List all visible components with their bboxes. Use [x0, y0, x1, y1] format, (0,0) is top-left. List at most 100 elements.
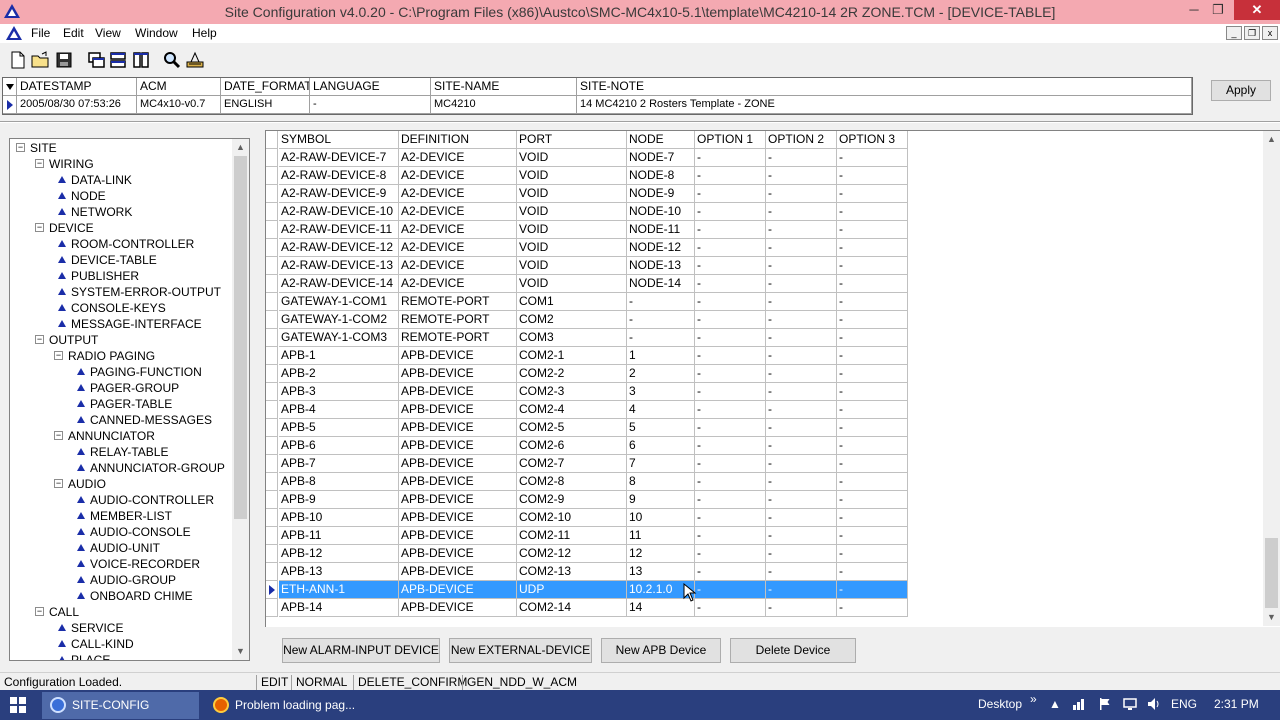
column-header-port[interactable]: PORT [517, 131, 627, 149]
cell-option-3[interactable]: - [837, 149, 908, 167]
cell-option-1[interactable]: - [695, 203, 766, 221]
tree-item[interactable]: SERVICE [10, 620, 230, 636]
cell-option-3[interactable]: - [837, 581, 908, 599]
table-scroll-up-icon[interactable]: ▲ [1263, 131, 1280, 148]
cell-port[interactable]: COM2-13 [517, 563, 627, 581]
save-icon[interactable] [54, 50, 74, 70]
cell-option-2[interactable]: - [766, 473, 837, 491]
cell-option-2[interactable]: - [766, 599, 837, 617]
cell-option-1[interactable]: - [695, 365, 766, 383]
chevron-right-icon[interactable]: » [1030, 692, 1037, 706]
cell-option-1[interactable]: - [695, 545, 766, 563]
cell-port[interactable]: COM2-4 [517, 401, 627, 419]
cell-option-3[interactable]: - [837, 509, 908, 527]
cell-option-2[interactable]: - [766, 383, 837, 401]
cell-option-1[interactable]: - [695, 509, 766, 527]
tray-expand-icon[interactable]: ▲ [1049, 697, 1061, 711]
cell-node[interactable]: 13 [627, 563, 695, 581]
tree-item[interactable]: SYSTEM-ERROR-OUTPUT [10, 284, 230, 300]
cell-option-2[interactable]: - [766, 311, 837, 329]
mdi-minimize-button[interactable]: _ [1226, 26, 1242, 40]
cell-option-2[interactable]: - [766, 455, 837, 473]
cell-definition[interactable]: APB-DEVICE [399, 419, 517, 437]
tree-item[interactable]: AUDIO-CONSOLE [10, 524, 230, 540]
cell-option-1[interactable]: - [695, 563, 766, 581]
cell-port[interactable]: COM2-11 [517, 527, 627, 545]
cell-option-1[interactable]: - [695, 599, 766, 617]
site-note-value[interactable]: 14 MC4210 2 Rosters Template - ZONE [577, 96, 1192, 114]
cell-port[interactable]: COM2 [517, 311, 627, 329]
column-header-symbol[interactable]: SYMBOL [279, 131, 399, 149]
cell-symbol[interactable]: APB-12 [279, 545, 399, 563]
cell-option-3[interactable]: - [837, 257, 908, 275]
cell-definition[interactable]: APB-DEVICE [399, 365, 517, 383]
cell-definition[interactable]: APB-DEVICE [399, 383, 517, 401]
cell-symbol[interactable]: ETH-ANN-1 [279, 581, 399, 599]
cell-port[interactable]: COM2-8 [517, 473, 627, 491]
cell-symbol[interactable]: APB-7 [279, 455, 399, 473]
cell-option-3[interactable]: - [837, 437, 908, 455]
tree-item[interactable]: VOICE-RECORDER [10, 556, 230, 572]
cell-port[interactable]: VOID [517, 221, 627, 239]
apply-button[interactable]: Apply [1211, 80, 1271, 101]
cell-port[interactable]: VOID [517, 257, 627, 275]
tree-item[interactable]: AUDIO-UNIT [10, 540, 230, 556]
cell-option-3[interactable]: - [837, 167, 908, 185]
tree-item[interactable]: − CALL [10, 604, 230, 620]
cell-node[interactable]: NODE-10 [627, 203, 695, 221]
cell-node[interactable]: 11 [627, 527, 695, 545]
document-logo-icon[interactable] [6, 26, 22, 40]
cell-symbol[interactable]: APB-11 [279, 527, 399, 545]
cell-symbol[interactable]: A2-RAW-DEVICE-7 [279, 149, 399, 167]
cell-option-2[interactable]: - [766, 221, 837, 239]
cell-option-1[interactable]: - [695, 239, 766, 257]
cell-option-3[interactable]: - [837, 293, 908, 311]
collapse-toggle-icon[interactable]: − [54, 351, 63, 360]
datestamp-value[interactable]: 2005/08/30 07:53:26 [17, 96, 137, 114]
tool-icon[interactable] [185, 50, 205, 70]
table-scroll-thumb[interactable] [1265, 538, 1278, 608]
tree-item[interactable]: NODE [10, 188, 230, 204]
row-indicator[interactable] [266, 329, 278, 347]
cell-definition[interactable]: APB-DEVICE [399, 401, 517, 419]
acm-value[interactable]: MC4x10-v0.7 [137, 96, 221, 114]
column-header-option-1[interactable]: OPTION 1 [695, 131, 766, 149]
close-button[interactable]: ✕ [1234, 0, 1280, 20]
cell-symbol[interactable]: APB-3 [279, 383, 399, 401]
flag-icon[interactable] [1098, 697, 1112, 711]
cell-option-2[interactable]: - [766, 239, 837, 257]
table-scroll-down-icon[interactable]: ▼ [1263, 609, 1280, 626]
row-indicator[interactable] [266, 509, 278, 527]
row-indicator[interactable] [266, 347, 278, 365]
cell-option-3[interactable]: - [837, 347, 908, 365]
cell-option-2[interactable]: - [766, 419, 837, 437]
cell-definition[interactable]: A2-DEVICE [399, 239, 517, 257]
cell-node[interactable]: NODE-14 [627, 275, 695, 293]
cell-option-3[interactable]: - [837, 311, 908, 329]
row-indicator[interactable] [266, 599, 278, 617]
collapse-toggle-icon[interactable]: − [35, 335, 44, 344]
cell-symbol[interactable]: APB-6 [279, 437, 399, 455]
menu-edit[interactable]: Edit [63, 26, 84, 40]
cell-definition[interactable]: APB-DEVICE [399, 545, 517, 563]
collapse-toggle-icon[interactable]: − [54, 431, 63, 440]
cell-option-1[interactable]: - [695, 275, 766, 293]
cell-option-3[interactable]: - [837, 239, 908, 257]
tree-item[interactable]: PAGING-FUNCTION [10, 364, 230, 380]
tree-item[interactable]: CANNED-MESSAGES [10, 412, 230, 428]
cell-definition[interactable]: APB-DEVICE [399, 473, 517, 491]
maximize-button[interactable]: ❐ [1204, 0, 1232, 20]
cell-option-2[interactable]: - [766, 185, 837, 203]
cell-symbol[interactable]: GATEWAY-1-COM2 [279, 311, 399, 329]
cell-node[interactable]: 3 [627, 383, 695, 401]
cell-option-3[interactable]: - [837, 203, 908, 221]
tile-vertical-icon[interactable] [131, 50, 151, 70]
cell-symbol[interactable]: APB-1 [279, 347, 399, 365]
cell-option-1[interactable]: - [695, 527, 766, 545]
cell-definition[interactable]: A2-DEVICE [399, 221, 517, 239]
cell-symbol[interactable]: APB-8 [279, 473, 399, 491]
cell-option-2[interactable]: - [766, 347, 837, 365]
column-header-node[interactable]: NODE [627, 131, 695, 149]
cell-definition[interactable]: A2-DEVICE [399, 203, 517, 221]
cell-definition[interactable]: APB-DEVICE [399, 347, 517, 365]
